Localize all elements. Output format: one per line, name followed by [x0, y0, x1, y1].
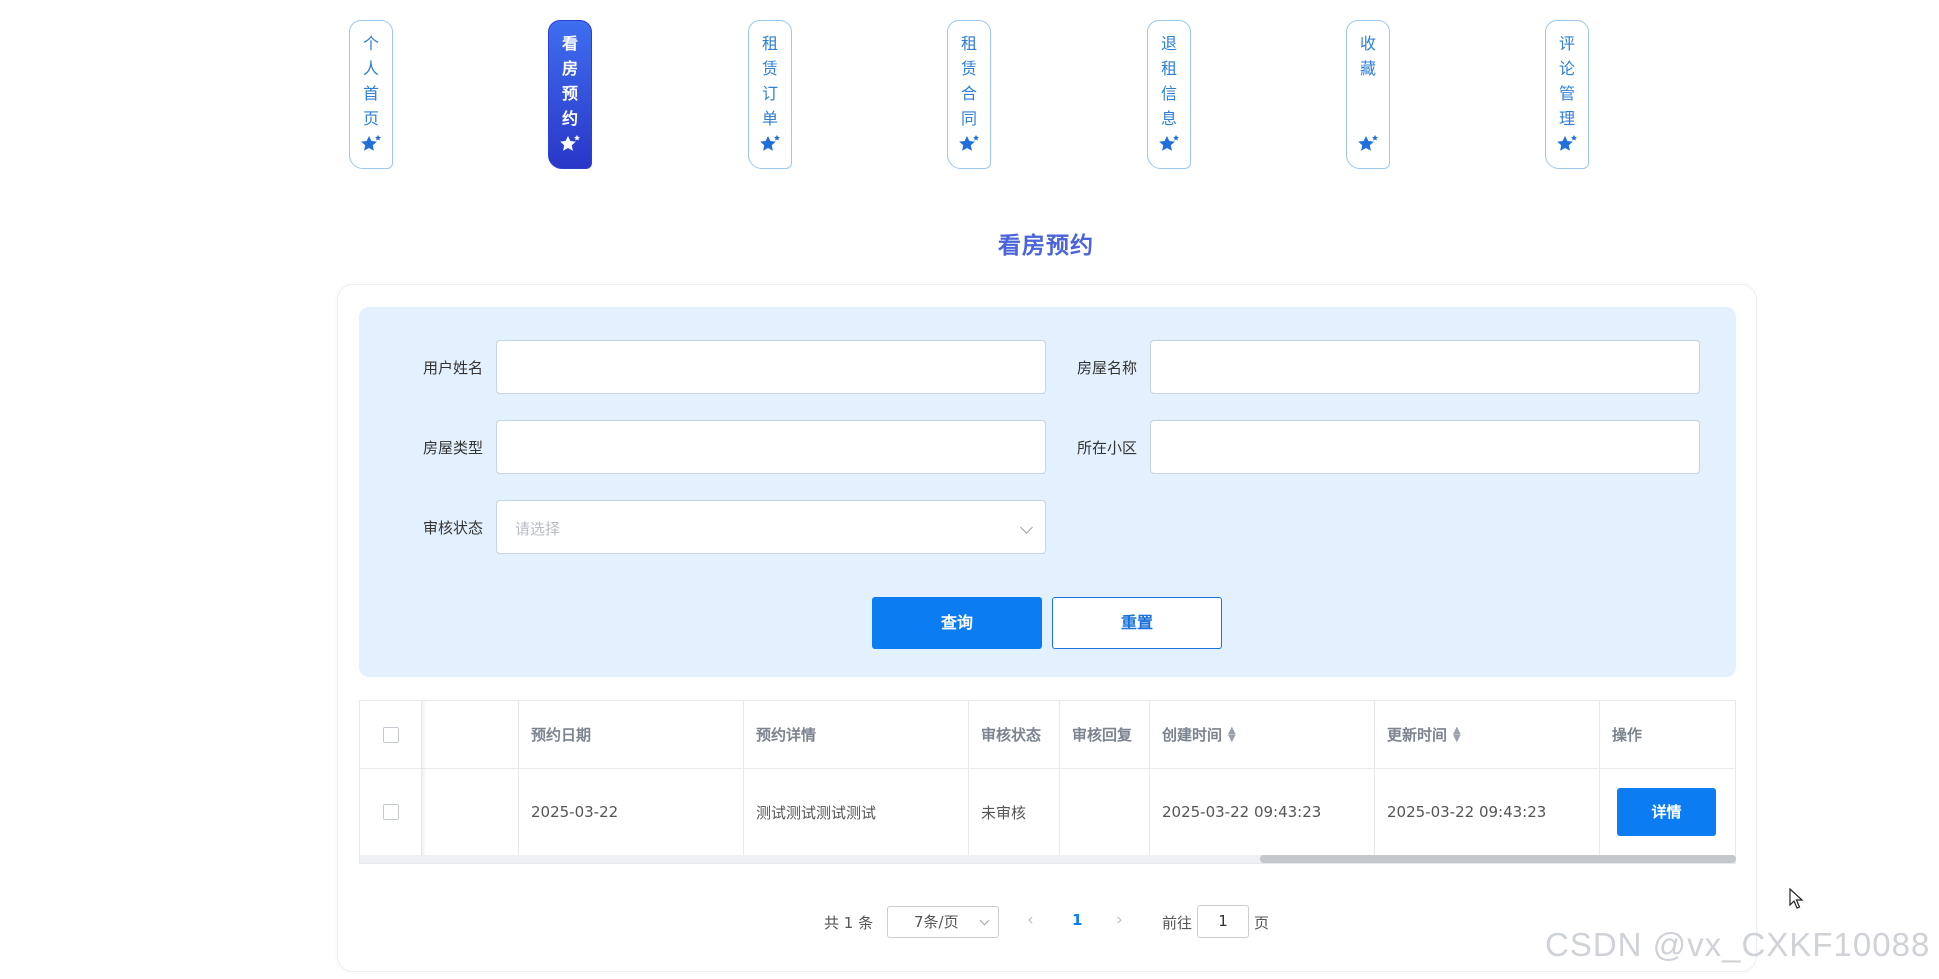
table-cell-index — [422, 768, 519, 855]
query-button[interactable]: 查询 — [872, 597, 1042, 649]
table-cell-status: 未审核 — [969, 768, 1060, 855]
nav-tab-label: 租赁订单 — [761, 34, 778, 128]
nav-tab-label: 收藏 — [1359, 34, 1376, 78]
nav-tab-rental-contract[interactable]: 租赁合同 — [947, 20, 991, 169]
nav-tab-comment-management[interactable]: 评论管理 — [1545, 20, 1589, 169]
table-cell-actions: 详情 — [1600, 768, 1735, 855]
house-name-input[interactable] — [1150, 340, 1700, 394]
nav-tab-rental-orders[interactable]: 租赁订单 — [748, 20, 792, 169]
star-icon — [1347, 134, 1389, 160]
header-actions: 操作 — [1612, 726, 1643, 744]
nav-tab-personal-home[interactable]: 个人首页 — [349, 20, 393, 169]
prev-page-icon[interactable]: ‹ — [1027, 910, 1034, 930]
username-input[interactable] — [496, 340, 1046, 394]
scrollbar-thumb[interactable] — [1260, 855, 1736, 863]
chevron-down-icon — [1020, 521, 1033, 534]
page-size-value: 7条/页 — [914, 913, 959, 931]
nav-tab-label: 评论管理 — [1558, 34, 1575, 128]
nav-tab-label: 租赁合同 — [960, 34, 977, 128]
house-type-label: 房屋类型 — [422, 439, 483, 457]
header-review-reply: 审核回复 — [1060, 701, 1150, 768]
community-input[interactable] — [1150, 420, 1700, 474]
header-appointment-detail: 预约详情 — [744, 701, 969, 768]
sort-icon[interactable]: ▲ ▼ — [1453, 725, 1461, 743]
watermark: CSDN @vx_CXKF10088 — [1545, 926, 1931, 963]
row-checkbox[interactable] — [382, 804, 399, 820]
current-page[interactable]: 1 — [1072, 911, 1082, 929]
star-icon — [948, 134, 990, 160]
header-index — [422, 701, 519, 768]
table-cell-created: 2025-03-22 09:43:23 — [1150, 768, 1375, 855]
star-icon — [549, 134, 591, 160]
table-cell-reply — [1060, 768, 1150, 855]
header-updated-time[interactable]: 更新时间 ▲ ▼ — [1375, 701, 1600, 768]
sort-icon[interactable]: ▲ ▼ — [1228, 725, 1236, 743]
review-status-placeholder: 请选择 — [515, 520, 561, 538]
header-updated-time-label: 更新时间 — [1387, 726, 1448, 744]
fixed-column-shadow — [422, 701, 426, 855]
nav-tab-viewing-appointment[interactable]: 看房预约 — [548, 20, 592, 169]
header-created-time[interactable]: 创建时间 ▲ ▼ — [1150, 701, 1375, 768]
review-status-label: 审核状态 — [422, 519, 483, 537]
nav-tab-move-out-info[interactable]: 退租信息 — [1147, 20, 1191, 169]
nav-tab-label: 退租信息 — [1160, 34, 1177, 128]
pagination-total: 共 1 条 — [824, 914, 874, 932]
page-size-select[interactable]: 7条/页 — [887, 906, 999, 938]
house-name-label: 房屋名称 — [1076, 359, 1137, 377]
reset-button[interactable]: 重置 — [1052, 597, 1222, 649]
select-all-checkbox[interactable] — [382, 726, 399, 743]
appointment-table: 预约日期 预约详情 审核状态 审核回复 创建时间 ▲ ▼ 更新时间 ▲ ▼ 操作 2… — [359, 700, 1736, 864]
star-icon — [1148, 134, 1190, 160]
page-title: 看房预约 — [998, 233, 1094, 259]
nav-tab-favorites[interactable]: 收藏 — [1346, 20, 1390, 169]
goto-label: 前往 — [1162, 914, 1193, 932]
star-icon — [1546, 134, 1588, 160]
nav-tab-label: 个人首页 — [362, 34, 379, 128]
mouse-cursor-icon — [1789, 887, 1805, 914]
table-cell-detail: 测试测试测试测试 — [744, 768, 969, 855]
star-icon — [350, 134, 392, 160]
table-cell-date: 2025-03-22 — [519, 768, 744, 855]
header-created-time-label: 创建时间 — [1162, 726, 1223, 744]
review-status-select[interactable]: 请选择 — [496, 500, 1046, 554]
header-review-status: 审核状态 — [969, 701, 1060, 768]
username-label: 用户姓名 — [422, 359, 483, 377]
horizontal-scrollbar[interactable] — [360, 855, 1736, 863]
header-appointment-date: 预约日期 — [519, 701, 744, 768]
table-row-select — [360, 768, 422, 855]
nav-tab-label: 看房预约 — [561, 34, 578, 128]
goto-page-input[interactable]: 1 — [1197, 905, 1249, 938]
detail-button[interactable]: 详情 — [1617, 788, 1716, 836]
header-select-all — [360, 701, 422, 768]
next-page-icon[interactable]: › — [1116, 910, 1123, 930]
house-type-input[interactable] — [496, 420, 1046, 474]
chevron-down-icon — [979, 915, 990, 926]
table-cell-updated: 2025-03-22 09:43:23 — [1375, 768, 1600, 855]
community-label: 所在小区 — [1076, 439, 1137, 457]
star-icon — [749, 134, 791, 160]
goto-suffix: 页 — [1254, 914, 1270, 932]
